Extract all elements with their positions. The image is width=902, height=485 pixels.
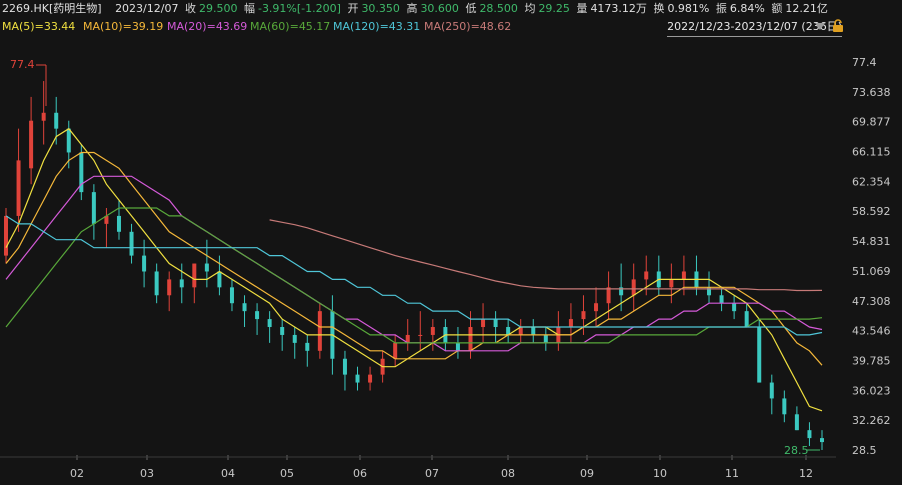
candle-body bbox=[681, 271, 686, 280]
candle-body bbox=[154, 271, 159, 296]
candle-body bbox=[744, 311, 749, 328]
candle-body bbox=[543, 334, 548, 343]
y-tick-label: 47.308 bbox=[852, 295, 891, 308]
candle-body bbox=[531, 327, 536, 335]
x-tick-label: 09 bbox=[580, 467, 594, 480]
max-marker-label: 77.4 bbox=[10, 58, 35, 71]
y-tick-label: 51.069 bbox=[852, 265, 891, 278]
candle-body bbox=[54, 112, 59, 129]
candle-body bbox=[229, 287, 234, 304]
candle-body bbox=[782, 398, 787, 415]
candle-body bbox=[242, 303, 247, 312]
candle-body bbox=[204, 263, 209, 272]
candle-body bbox=[732, 303, 737, 312]
candle-body bbox=[669, 279, 674, 288]
candle-body bbox=[317, 311, 322, 351]
candle-body bbox=[179, 279, 184, 288]
candle-body bbox=[719, 295, 724, 304]
candle-body bbox=[255, 311, 260, 320]
candle-body bbox=[217, 271, 222, 288]
candle-body bbox=[769, 382, 774, 399]
candle-body bbox=[91, 192, 96, 224]
candle-body bbox=[305, 342, 310, 351]
candle-body bbox=[430, 327, 435, 335]
candle-body bbox=[355, 374, 360, 383]
ma-line bbox=[5, 207, 823, 344]
ma-line bbox=[269, 219, 823, 292]
candle-body bbox=[581, 311, 586, 320]
y-tick-label: 69.877 bbox=[852, 116, 891, 129]
y-tick-label: 62.354 bbox=[852, 175, 891, 188]
y-tick-label: 39.785 bbox=[852, 354, 891, 367]
ma-line bbox=[5, 127, 823, 412]
candle-body bbox=[468, 327, 473, 351]
candle-body bbox=[16, 160, 21, 216]
ma-line bbox=[5, 215, 823, 336]
x-tick-label: 08 bbox=[501, 467, 515, 480]
candle-body bbox=[594, 303, 599, 312]
x-tick-label: 11 bbox=[725, 467, 739, 480]
x-tick-label: 10 bbox=[653, 467, 667, 480]
x-tick-label: 12 bbox=[799, 467, 813, 480]
candle-body bbox=[66, 128, 71, 153]
candle-body bbox=[794, 414, 799, 431]
candle-body bbox=[342, 358, 347, 375]
x-tick-label: 03 bbox=[140, 467, 154, 480]
candle-body bbox=[267, 319, 272, 328]
candle-body bbox=[129, 231, 134, 256]
candle-body bbox=[493, 319, 498, 328]
x-tick-label: 06 bbox=[353, 467, 367, 480]
candle-body bbox=[4, 215, 8, 256]
candlestick-chart[interactable]: 77.4 73.638 69.877 66.115 62.354 58.592 54.831… bbox=[0, 0, 902, 485]
candle-body bbox=[167, 279, 172, 296]
y-tick-label: 32.262 bbox=[852, 414, 891, 427]
y-tick-label: 58.592 bbox=[852, 205, 891, 218]
y-tick-label: 77.4 bbox=[852, 56, 877, 69]
min-marker-label: 28.5 bbox=[784, 444, 809, 457]
candle-body bbox=[455, 342, 460, 351]
candle-body bbox=[418, 334, 423, 336]
x-tick-label: 05 bbox=[280, 467, 294, 480]
y-tick-label: 36.023 bbox=[852, 384, 891, 397]
candle-body bbox=[606, 287, 611, 304]
candle-body bbox=[757, 327, 762, 383]
y-tick-label: 54.831 bbox=[852, 235, 891, 248]
candle-body bbox=[568, 319, 573, 328]
y-tick-label: 28.5 bbox=[852, 444, 877, 457]
candle-body bbox=[116, 215, 121, 232]
candle-body bbox=[368, 374, 373, 383]
y-tick-label: 66.115 bbox=[852, 146, 891, 159]
y-tick-label: 73.638 bbox=[852, 86, 891, 99]
candle-body bbox=[481, 319, 486, 328]
y-tick-label: 43.546 bbox=[852, 325, 891, 338]
candle-body bbox=[29, 120, 34, 169]
candle-body bbox=[644, 271, 649, 280]
candle-body bbox=[192, 263, 197, 288]
x-tick-label: 04 bbox=[221, 467, 235, 480]
candle-body bbox=[142, 255, 147, 272]
candle-body bbox=[280, 327, 285, 335]
ma-line bbox=[5, 175, 823, 352]
candle-body bbox=[807, 430, 812, 439]
candle-body bbox=[631, 279, 636, 296]
candle-body bbox=[393, 342, 398, 359]
candle-body bbox=[820, 438, 824, 443]
x-tick-label: 07 bbox=[425, 467, 439, 480]
x-tick-label: 02 bbox=[70, 467, 84, 480]
candle-body bbox=[41, 112, 46, 121]
candle-body bbox=[292, 334, 297, 343]
